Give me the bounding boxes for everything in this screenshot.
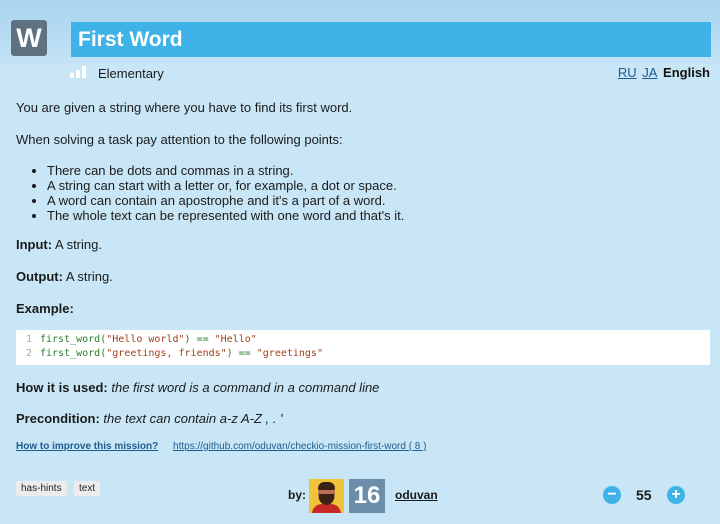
language-link-ru[interactable]: RU <box>618 65 637 80</box>
tag-has-hints[interactable]: has-hints <box>16 481 67 496</box>
line-number: 1 <box>26 334 33 345</box>
avatar[interactable] <box>309 479 344 513</box>
language-link-ja[interactable]: JA <box>642 65 657 80</box>
precondition-section: Precondition: the text can contain a-z A… <box>16 411 282 426</box>
vote-down-button[interactable]: − <box>603 486 621 504</box>
by-label: by: <box>288 488 306 502</box>
code-line: 2 first_word("greetings, friends") == "gr… <box>26 347 710 361</box>
difficulty-bars-icon <box>70 66 88 78</box>
code-fn: first_word( <box>40 334 107 345</box>
code-arg: "Hello world" <box>106 334 185 345</box>
precondition-label: Precondition: <box>16 411 100 426</box>
code-result: "greetings" <box>256 348 323 359</box>
language-current: English <box>663 65 710 80</box>
output-section: Output: A string. <box>16 269 113 284</box>
improve-mission-link[interactable]: How to improve this mission? <box>16 441 158 452</box>
page-title: First Word <box>71 22 711 57</box>
code-op: ) == <box>226 348 257 359</box>
usage-label: How it is used: <box>16 380 108 395</box>
code-result: "Hello" <box>214 334 257 345</box>
list-item: There can be dots and commas in a string… <box>47 163 404 178</box>
list-item: A word can contain an apostrophe and it'… <box>47 193 404 208</box>
tag-text[interactable]: text <box>74 481 101 496</box>
difficulty-label: Elementary <box>98 66 164 81</box>
code-line: 1 first_word("Hello world") == "Hello" <box>26 333 710 347</box>
logo[interactable]: W <box>11 20 47 56</box>
author-link[interactable]: oduvan <box>395 488 438 502</box>
points-intro: When solving a task pay attention to the… <box>16 132 343 147</box>
line-number: 2 <box>26 348 33 359</box>
mission-links: How to improve this mission? https://git… <box>16 441 426 452</box>
code-fn: first_word( <box>40 348 107 359</box>
github-count: ( 8 ) <box>408 441 427 452</box>
input-section: Input: A string. <box>16 237 102 252</box>
list-item: A string can start with a letter or, for… <box>47 178 404 193</box>
github-link[interactable]: https://github.com/oduvan/checkio-missio… <box>173 441 426 452</box>
input-label: Input: <box>16 237 53 252</box>
input-text: A string. <box>55 237 102 252</box>
intro-text: You are given a string where you have to… <box>16 100 353 115</box>
usage-text: the first word is a command in a command… <box>111 380 380 395</box>
code-op: ) == <box>184 334 215 345</box>
precondition-text: the text can contain a-z A-Z , . ' <box>103 411 283 426</box>
list-item: The whole text can be represented with o… <box>47 208 404 223</box>
vote-score: 55 <box>636 487 652 503</box>
example-heading: Example: <box>16 301 74 316</box>
code-example: 1 first_word("Hello world") == "Hello" 2f… <box>16 330 710 365</box>
example-label: Example: <box>16 301 74 316</box>
usage-section: How it is used: the first word is a comm… <box>16 380 379 395</box>
points-list: There can be dots and commas in a string… <box>47 163 404 223</box>
author-level-badge: 16 <box>349 479 385 513</box>
language-switcher: RU JA English <box>618 65 710 80</box>
code-arg: "greetings, friends" <box>106 348 227 359</box>
output-label: Output: <box>16 269 63 284</box>
output-text: A string. <box>65 269 113 284</box>
github-url: https://github.com/oduvan/checkio-missio… <box>173 441 406 452</box>
vote-up-button[interactable]: + <box>667 486 685 504</box>
